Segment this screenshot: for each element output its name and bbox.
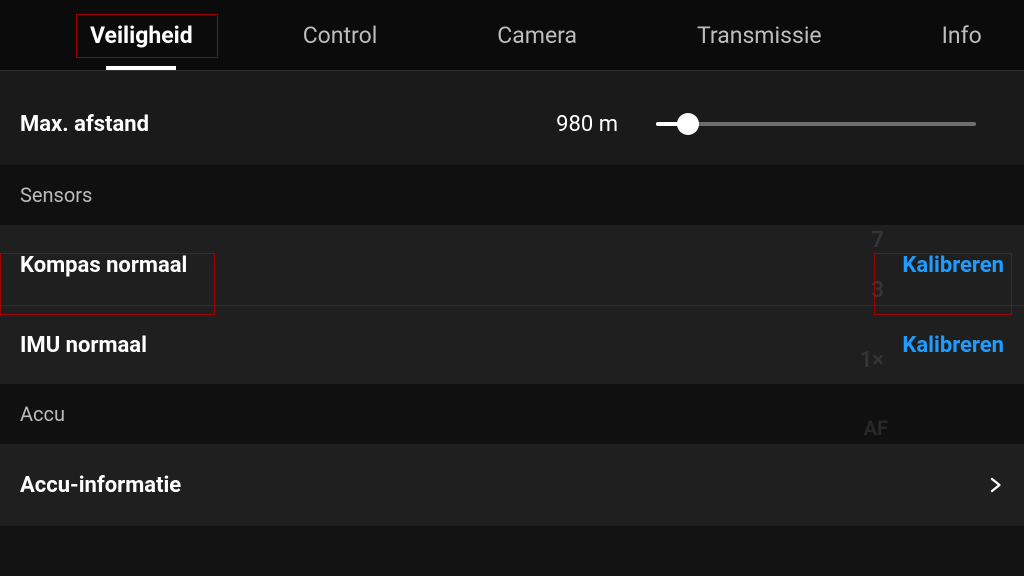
tab-transmissie[interactable]: Transmissie — [637, 0, 882, 70]
slider-track — [656, 122, 976, 126]
tab-control[interactable]: Control — [243, 0, 438, 70]
button-calibrate-compass[interactable]: Kalibreren — [902, 253, 1004, 278]
button-calibrate-imu[interactable]: Kalibreren — [902, 333, 1004, 358]
label-imu: IMU normaal — [20, 333, 147, 358]
tab-info[interactable]: Info — [882, 0, 1024, 70]
label-compass: Kompas normaal — [20, 253, 187, 278]
label-battery-info: Accu-informatie — [20, 473, 181, 498]
row-max-distance: Max. afstand 980 m — [0, 83, 1024, 165]
value-max-distance: 980 m — [556, 112, 618, 137]
spacer — [0, 71, 1024, 83]
chevron-right-icon — [986, 471, 1004, 499]
slider-thumb[interactable] — [677, 113, 699, 135]
section-header-battery: Accu — [0, 384, 1024, 444]
label-sensors-header: Sensors — [20, 183, 92, 207]
settings-tabbar: Veiligheid Control Camera Transmissie In… — [0, 0, 1024, 70]
row-imu: IMU normaal Kalibreren — [0, 306, 1024, 384]
tab-camera[interactable]: Camera — [437, 0, 637, 70]
row-battery-info[interactable]: Accu-informatie — [0, 444, 1024, 526]
row-compass: Kompas normaal Kalibreren — [0, 225, 1024, 305]
slider-max-distance[interactable] — [656, 112, 976, 136]
tab-veiligheid[interactable]: Veiligheid — [40, 0, 243, 70]
label-max-distance: Max. afstand — [20, 112, 149, 137]
label-battery-header: Accu — [20, 402, 65, 426]
section-header-sensors: Sensors — [0, 165, 1024, 225]
